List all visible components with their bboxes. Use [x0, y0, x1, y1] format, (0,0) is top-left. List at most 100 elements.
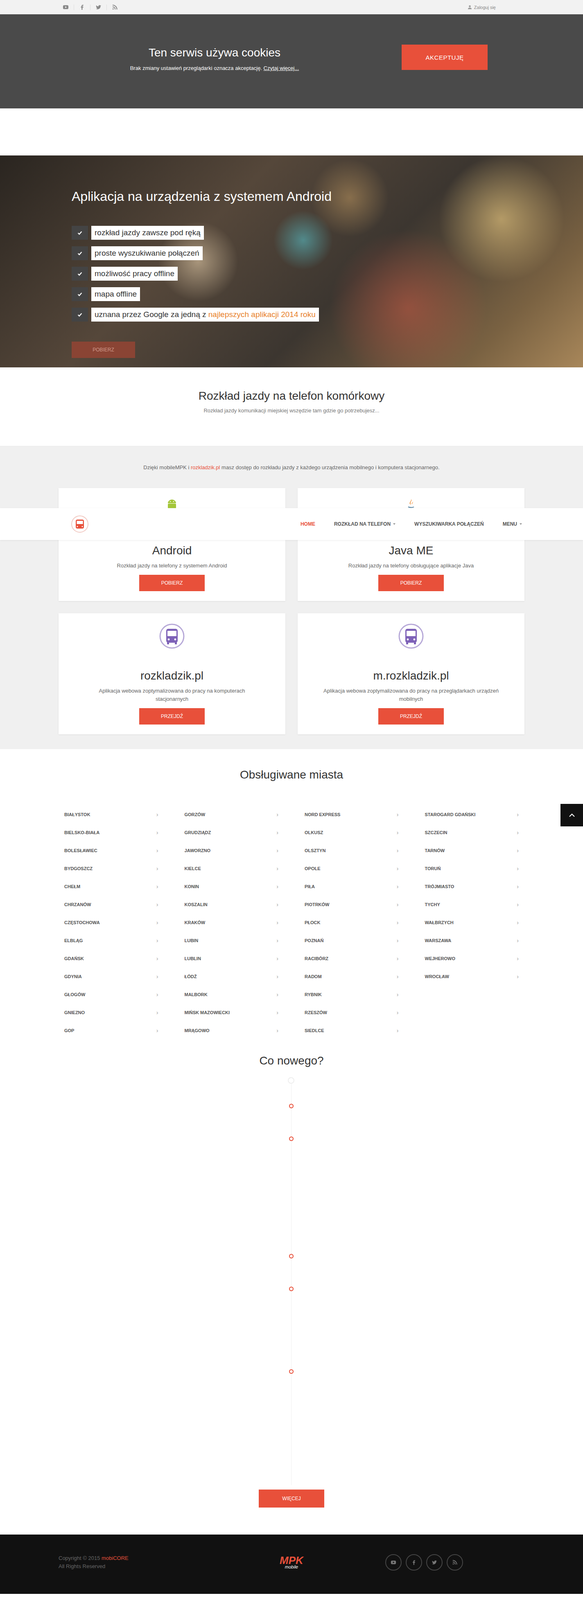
city-link[interactable]: TRÓJMIASTO›	[424, 883, 520, 902]
hero: Aplikacja na urządzenia z systemem Andro…	[0, 155, 583, 368]
city-link[interactable]: OLSZTYN›	[304, 847, 399, 866]
cookie-title: Ten serwis używa cookies	[58, 45, 371, 61]
bus-icon	[397, 623, 425, 650]
city-link[interactable]: KOSZALIN›	[184, 901, 279, 920]
city-link[interactable]: OPOLE›	[304, 865, 399, 884]
timeline-marker	[287, 1077, 295, 1085]
card-description: Rozkład jazdy na telefony obsługujące ap…	[336, 562, 486, 571]
twitter-icon[interactable]	[95, 4, 102, 11]
city-link[interactable]: CHEŁM›	[64, 883, 159, 902]
city-link[interactable]: LUBLIN›	[184, 955, 279, 974]
city-link[interactable]: GŁOGÓW›	[64, 992, 159, 1011]
card-button[interactable]: PRZEJDŹ	[378, 708, 444, 726]
city-link[interactable]: PIŁA›	[304, 883, 399, 902]
card-button[interactable]: POBIERZ	[139, 575, 205, 592]
city-link[interactable]: SIEDLCE›	[304, 1028, 399, 1047]
city-link[interactable]: KRAKÓW›	[184, 919, 279, 938]
city-link[interactable]: WAŁBRZYCH›	[424, 919, 520, 938]
city-link[interactable]: GRUDZIĄDZ›	[184, 829, 279, 848]
city-link[interactable]: MRĄGOWO›	[184, 1028, 279, 1047]
feature-item: mapa offline	[71, 287, 141, 302]
city-link[interactable]: RZESZÓW›	[304, 1010, 399, 1029]
youtube-icon[interactable]	[62, 4, 69, 11]
city-link[interactable]: LUBIN›	[184, 937, 279, 956]
feature-list: rozkład jazdy zawsze pod rękąproste wysz…	[71, 225, 583, 322]
timeline	[0, 1074, 583, 1487]
city-link[interactable]: KONIN›	[184, 883, 279, 902]
city-link[interactable]: BIAŁYSTOK›	[64, 811, 159, 830]
apps-lead: Dzięki mobileMPK i rozkladzik.pl masz do…	[0, 463, 583, 473]
nav-item[interactable]: ROZKŁAD NA TELEFON	[334, 521, 396, 528]
city-link[interactable]: WARSZAWA›	[424, 937, 520, 956]
youtube-icon[interactable]	[385, 1555, 402, 1572]
city-link[interactable]: POZNAŃ›	[304, 937, 399, 956]
rss-icon[interactable]	[111, 4, 118, 11]
city-link[interactable]: PIOTRKÓW›	[304, 901, 399, 920]
card-title: Android	[152, 544, 193, 559]
nav-item[interactable]: MENU	[502, 521, 522, 528]
city-link[interactable]: KIELCE›	[184, 865, 279, 884]
top-bar: Zaloguj się	[0, 0, 583, 15]
city-link[interactable]: ŁÓDŹ›	[184, 973, 279, 993]
download-button[interactable]: POBIERZ	[71, 341, 136, 359]
city-link[interactable]: GORZÓW›	[184, 811, 279, 830]
city-link[interactable]: GNIEZNO›	[64, 1010, 159, 1029]
copyright: Copyright © 2015 mobiCOREAll Rights Rese…	[58, 1555, 198, 1572]
accept-button[interactable]: AKCEPTUJĘ	[401, 44, 488, 71]
city-link[interactable]: TARNÓW›	[424, 847, 520, 866]
rozkladzik-link[interactable]: rozkladzik.pl	[190, 464, 221, 471]
card-button[interactable]: PRZEJDŹ	[139, 708, 205, 726]
city-link[interactable]: CZĘSTOCHOWA›	[64, 919, 159, 938]
feature-item: uznana przez Google za jedną z najlepszy…	[71, 307, 319, 322]
timeline-marker	[289, 1287, 294, 1293]
city-link[interactable]: ELBLĄG›	[64, 937, 159, 956]
check-icon	[71, 246, 89, 261]
card-description: Aplikacja webowa zoptymalizowana do prac…	[309, 687, 513, 704]
city-link[interactable]: TYCHY›	[424, 901, 520, 920]
app-card: Java ME Rozkład jazdy na telefony obsługu…	[297, 488, 525, 602]
rss-icon[interactable]	[446, 1555, 464, 1572]
city-link[interactable]: GDAŃSK›	[64, 955, 159, 974]
app-card: m.rozkladzik.pl Aplikacja webowa zoptymal…	[297, 613, 525, 735]
twitter-icon[interactable]	[426, 1555, 443, 1572]
intro-subtitle: Rozkład jazdy komunikacji miejskiej wszę…	[0, 407, 583, 414]
bus-logo-icon[interactable]	[70, 515, 89, 534]
card-button[interactable]: POBIERZ	[378, 575, 444, 592]
city-link[interactable]: OLKUSZ›	[304, 829, 399, 848]
city-link[interactable]: TORUŃ›	[424, 865, 520, 884]
city-link[interactable]: GDYNIA›	[64, 973, 159, 993]
cookie-read-more[interactable]: Czytaj więcej...	[263, 65, 300, 72]
back-to-top-button[interactable]	[560, 804, 583, 828]
city-link[interactable]: GOP›	[64, 1028, 159, 1047]
more-button[interactable]: WIĘCEJ	[258, 1490, 325, 1509]
city-link[interactable]: BOLESŁAWIEC›	[64, 847, 159, 866]
facebook-icon[interactable]	[405, 1555, 423, 1572]
city-link[interactable]: WROCŁAW›	[424, 973, 520, 993]
city-link[interactable]: NORD EXPRESS›	[304, 811, 399, 830]
login-link[interactable]: Zaloguj się	[467, 4, 496, 10]
card-description: Aplikacja webowa zoptymalizowana do prac…	[70, 687, 274, 704]
intro-title: Rozkład jazdy na telefon komórkowy	[0, 388, 583, 404]
city-link[interactable]: JAWORZNO›	[184, 847, 279, 866]
city-link[interactable]: WEJHEROWO›	[424, 955, 520, 974]
nav-item[interactable]: HOME	[300, 521, 316, 528]
facebook-icon[interactable]	[79, 4, 86, 11]
city-link[interactable]: PŁOCK›	[304, 919, 399, 938]
city-link[interactable]: SZCZECIN›	[424, 829, 520, 848]
city-link[interactable]: MALBORK›	[184, 992, 279, 1011]
city-link[interactable]: MIŃSK MAZOWIECKI›	[184, 1010, 279, 1029]
city-link[interactable]: RYBNIK›	[304, 992, 399, 1011]
card-title: m.rozkladzik.pl	[372, 669, 449, 684]
check-icon	[71, 307, 89, 322]
city-link[interactable]: RACIBÓRZ›	[304, 955, 399, 974]
nav-item[interactable]: WYSZUKIWARKA POŁĄCZEŃ	[414, 521, 484, 528]
city-link[interactable]: BYDGOSZCZ›	[64, 865, 159, 884]
city-column: BIAŁYSTOK›BIELSKO-BIAŁA›BOLESŁAWIEC›BYDG…	[64, 811, 159, 1047]
card-title: Java ME	[388, 544, 434, 559]
news-title: Co nowego?	[0, 1054, 583, 1069]
city-link[interactable]: CHRZANÓW›	[64, 901, 159, 920]
page: Zaloguj sięTen serwis używa cookiesBrak …	[0, 0, 583, 1600]
city-link[interactable]: RADOM›	[304, 973, 399, 993]
city-link[interactable]: BIELSKO-BIAŁA›	[64, 829, 159, 848]
city-link[interactable]: STAROGARD GDAŃSKI›	[424, 811, 520, 830]
